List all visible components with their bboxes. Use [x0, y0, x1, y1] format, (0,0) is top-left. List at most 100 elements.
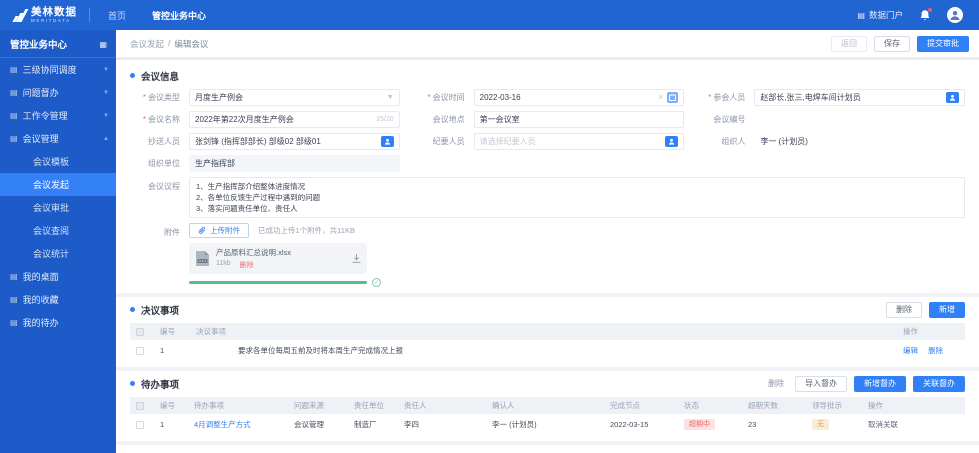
upload-progress-bar	[189, 281, 367, 284]
file-name: 产品原料汇总说明.xlsx	[216, 248, 291, 257]
sidebar-subitem-meeting-approval[interactable]: 会议审批	[0, 196, 116, 219]
file-size: 11kb	[216, 260, 231, 267]
sidebar-item-label: 我的收藏	[22, 295, 59, 305]
select-person-icon[interactable]	[946, 92, 959, 103]
field-label-attachment: 附件	[164, 228, 180, 237]
menu-doc-icon: ▤	[10, 272, 18, 281]
notification-badge	[928, 7, 932, 12]
apps-grid-icon[interactable]: ▦	[99, 40, 107, 49]
topbar: 美林数据 MERITDATA 首页 管控业务中心 ▤ 数据门户	[0, 0, 979, 30]
sidebar-item-work-order[interactable]: ▤ 工作令管理 ▼	[0, 104, 116, 127]
select-person-icon[interactable]	[380, 136, 394, 147]
unlink-action[interactable]: 取消关联	[868, 419, 959, 430]
meeting-type-select[interactable]: 月度生产例会 ▼	[189, 89, 400, 106]
todo-confirmer: 李一 (计划员)	[492, 420, 537, 429]
row-checkbox[interactable]	[136, 420, 144, 429]
todo-overdue-days: 23	[748, 420, 757, 429]
row-checkbox[interactable]	[136, 346, 144, 355]
column-header: 责任人	[404, 401, 427, 410]
clear-icon[interactable]: ×	[658, 93, 663, 102]
todos-link-button[interactable]: 关联督办	[913, 375, 965, 392]
minutes-field[interactable]: 请选择纪要人员	[473, 133, 685, 150]
meeting-place-input[interactable]: 第一会议室	[473, 111, 685, 128]
upload-attachment-button[interactable]: 上传附件	[189, 223, 249, 238]
meeting-type-value: 月度生产例会	[195, 93, 243, 102]
edit-link[interactable]: 编辑	[903, 346, 918, 355]
user-avatar[interactable]	[947, 7, 963, 23]
row-number: 1	[160, 346, 165, 355]
field-label-agenda: 会议议程	[148, 182, 180, 191]
todo-source: 会议管理	[294, 420, 324, 429]
upload-success-check-icon: ✓	[372, 278, 381, 287]
page-content: 会议信息 会议类型 月度生产例会 ▼ 会议时间 2022-03-16 × 参会人…	[116, 60, 979, 453]
todo-owner: 李四	[404, 420, 419, 429]
select-all-checkbox[interactable]	[136, 327, 144, 336]
meeting-time-picker[interactable]: 2022-03-16 ×	[473, 89, 685, 106]
nav-home[interactable]: 首页	[108, 9, 126, 22]
column-header: 编号	[160, 401, 175, 410]
attachment-file-card[interactable]: 产品原料汇总说明.xlsx 11kb 删除	[189, 243, 367, 274]
file-delete-link[interactable]: 删除	[240, 260, 254, 270]
meeting-info-form: 会议类型 月度生产例会 ▼ 会议时间 2022-03-16 × 参会人员 赵部长…	[130, 89, 965, 287]
sidebar-item-my-todo[interactable]: ▤ 我的待办	[0, 311, 116, 334]
calendar-icon[interactable]	[667, 92, 679, 103]
upload-button-label: 上传附件	[210, 226, 240, 235]
field-label-meeting-name: 会议名称	[130, 114, 180, 125]
org-unit-field: 生产指挥部	[189, 155, 400, 172]
section-divider	[116, 441, 979, 445]
chevron-down-icon: ▼	[103, 66, 109, 73]
back-button[interactable]: 返回	[831, 35, 867, 52]
logo-text: 美林数据	[31, 5, 77, 18]
select-person-icon[interactable]	[665, 136, 679, 147]
field-label-minutes: 纪要人员	[432, 137, 465, 146]
brand-logo: 美林数据 MERITDATA	[0, 5, 89, 24]
data-portal-link[interactable]: ▤ 数据门户	[857, 9, 903, 21]
top-navigation: 首页 管控业务中心	[108, 9, 206, 22]
section-divider	[116, 367, 979, 371]
todo-deadline: 2022-03-15	[610, 420, 649, 429]
cc-field[interactable]: 张剑锋 (指挥部部长) 部级02 部级01	[189, 133, 400, 150]
sidebar-subitem-meeting-launch[interactable]: 会议发起	[0, 173, 116, 196]
page-toolbar: 会议发起 / 编辑会议 返回 保存 提交审批	[116, 30, 979, 57]
sidebar-subitem-meeting-view[interactable]: 会议查阅	[0, 219, 116, 242]
sidebar-item-my-desktop[interactable]: ▤ 我的桌面	[0, 265, 116, 288]
resolutions-add-button[interactable]: 新增	[929, 301, 965, 318]
field-label-meeting-place: 会议地点	[432, 115, 465, 124]
main-area: 会议发起 / 编辑会议 返回 保存 提交审批 会议信息 会议类型 月度生产例会	[116, 30, 979, 453]
sidebar-item-my-favorites[interactable]: ▤ 我的收藏	[0, 288, 116, 311]
sidebar-subitem-meeting-template[interactable]: 会议模板	[0, 150, 116, 173]
row-number: 1	[160, 420, 165, 429]
sidebar-item-meeting-mgmt[interactable]: ▤ 会议管理 ▲	[0, 127, 116, 150]
agenda-line: 2、各单位反馈生产过程中遇到的问题	[196, 193, 321, 202]
save-button[interactable]: 保存	[874, 35, 910, 52]
todo-item-link[interactable]: 4月调整生产方式	[194, 419, 294, 430]
select-all-checkbox[interactable]	[136, 401, 144, 410]
resolutions-delete-button[interactable]: 删除	[886, 301, 922, 318]
paperclip-icon	[198, 226, 205, 234]
meeting-name-input[interactable]: 2022年第22次月度生产例会 15/20	[189, 111, 400, 128]
todos-import-button[interactable]: 导入督办	[795, 375, 847, 392]
sidebar-title: 管控业务中心	[10, 40, 68, 51]
notification-bell-icon[interactable]	[919, 7, 932, 22]
submit-approval-button[interactable]: 提交审批	[917, 35, 969, 52]
sidebar-item-issue-supervision[interactable]: ▤ 问题督办 ▼	[0, 81, 116, 104]
topbar-divider	[89, 8, 90, 22]
nav-control-center[interactable]: 管控业务中心	[152, 9, 206, 22]
column-header: 确认人	[492, 401, 515, 410]
org-unit-value: 生产指挥部	[195, 159, 235, 168]
agenda-textarea[interactable]: 1、生产指挥部介绍整体进度情况 2、各单位反馈生产过程中遇到的问题 3、落实问题…	[189, 177, 965, 218]
sidebar-subitem-meeting-stats[interactable]: 会议统计	[0, 242, 116, 265]
section-title: 决议事项	[141, 305, 180, 317]
sidebar-header: 管控业务中心 ▦	[0, 30, 116, 58]
sidebar-item-dispatch[interactable]: ▤ 三级协同调度 ▼	[0, 58, 116, 81]
attendees-field[interactable]: 赵部长,张三,电焊车间计划员	[754, 89, 965, 106]
delete-link[interactable]: 删除	[928, 346, 943, 355]
breadcrumb-root[interactable]: 会议发起	[130, 38, 164, 50]
todos-delete-button[interactable]: 删除	[764, 376, 788, 392]
agenda-line: 1、生产指挥部介绍整体进度情况	[196, 182, 306, 191]
sidebar-item-label: 我的待办	[22, 318, 59, 328]
logo-subtext: MERITDATA	[31, 18, 71, 23]
todos-add-button[interactable]: 新增督办	[854, 375, 906, 392]
todos-table-header: 编号 待办事项 问题来源 责任单位 责任人 确认人 完成节点 状态 超期天数 领…	[130, 397, 965, 414]
download-icon[interactable]	[352, 254, 361, 263]
